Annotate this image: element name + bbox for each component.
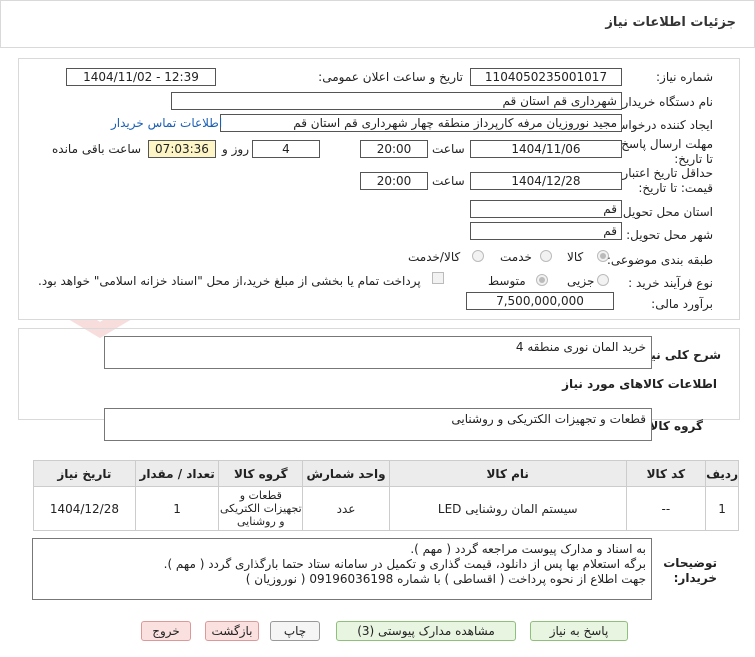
page-header: جزئیات اطلاعات نیاز [0, 0, 755, 48]
validity-time-field: 20:00 [360, 172, 428, 190]
process-option-minor-label: جزیی [567, 274, 595, 288]
category-option-both-label: کالا/خدمت [408, 250, 461, 264]
need-number-field: 1104050235001017 [470, 68, 622, 86]
category-option-goods-radio[interactable] [597, 250, 609, 262]
notes-line-3: جهت اطلاع از نحوه پرداخت ( اقساطی ) با ش… [245, 572, 646, 586]
deadline-date-field: 1404/11/06 [470, 140, 622, 158]
goods-group-field: قطعات و تجهیزات الکتریکی و روشنایی [104, 408, 652, 441]
cell-date: 1404/12/28 [33, 486, 136, 531]
city-label: شهر محل تحویل: [626, 228, 713, 242]
remaining-time-field: 07:03:36 [148, 140, 216, 158]
category-option-goods-label: کالا [567, 250, 584, 264]
process-option-medium-label: متوسط [488, 274, 526, 288]
col-header-name: نام کالا [388, 460, 627, 487]
table-header-row: ردیف کد کالا نام کالا واحد شمارش گروه کا… [33, 460, 739, 487]
back-button[interactable]: بازگشت [205, 621, 259, 641]
province-field: قم [470, 200, 622, 218]
deadline-label: مهلت ارسال پاسخ: تا تاریخ: [617, 137, 713, 166]
days-label: روز و [222, 142, 249, 156]
contact-buyer-link[interactable]: اطلاعات تماس خریدار [111, 116, 222, 130]
notes-line-2: برگه استعلام بها پس از دانلود، قیمت گذار… [163, 557, 646, 571]
print-button[interactable]: چاپ [270, 621, 320, 641]
payment-note: پرداخت تمام یا بخشی از مبلغ خرید،از محل … [38, 274, 421, 288]
col-header-group: گروه کالا [218, 460, 304, 487]
col-header-row: ردیف [705, 460, 739, 487]
payment-treasury-checkbox[interactable] [432, 272, 444, 284]
items-table: ردیف کد کالا نام کالا واحد شمارش گروه کا… [33, 460, 739, 531]
need-number-label: شماره نیاز: [656, 70, 713, 84]
notes-label: توضیحات خریدار: [663, 556, 717, 585]
col-header-unit: واحد شمارش [302, 460, 390, 487]
remaining-label: ساعت باقی مانده [52, 142, 142, 156]
deadline-time-field: 20:00 [360, 140, 428, 158]
col-header-code: کد کالا [625, 460, 707, 487]
announce-field: 1404/11/02 - 12:39 [66, 68, 216, 86]
announce-label: تاریخ و ساعت اعلان عمومی: [318, 70, 463, 84]
category-option-service-label: خدمت [500, 250, 532, 264]
days-field: 4 [252, 140, 320, 158]
cell-row: 1 [705, 486, 739, 531]
table-row: 1 -- سیستم المان روشنایی LED عدد قطعات و… [33, 486, 739, 531]
goods-group-label: گروه کالا: [644, 419, 703, 433]
attachments-button[interactable]: مشاهده مدارک پیوستی (3) [336, 621, 516, 641]
deadline-time-label: ساعت [432, 142, 465, 156]
summary-field: خرید المان نوری منطقه 4 [104, 336, 652, 369]
buyer-org-label: نام دستگاه خریدار: [618, 95, 714, 109]
category-option-both-radio[interactable] [472, 250, 484, 262]
estimate-label: برآورد مالی: [651, 297, 713, 311]
reply-button[interactable]: پاسخ به نیاز [530, 621, 628, 641]
cell-unit: عدد [302, 486, 390, 531]
category-option-service-radio[interactable] [540, 250, 552, 262]
process-option-medium-radio[interactable] [536, 274, 548, 286]
exit-button[interactable]: خروج [141, 621, 191, 641]
notes-field: به اسناد و مدارک پیوست مراجعه گردد ( مهم… [32, 538, 652, 600]
buyer-org-field: شهرداری قم استان قم [171, 92, 622, 110]
process-option-minor-radio[interactable] [597, 274, 609, 286]
col-header-date: تاریخ نیاز [33, 460, 136, 487]
cell-name: سیستم المان روشنایی LED [388, 486, 627, 531]
province-label: استان محل تحویل: [618, 205, 713, 219]
category-label: طبقه بندی موضوعی: [606, 253, 713, 267]
cell-qty: 1 [134, 486, 220, 531]
process-label: نوع فرآیند خرید : [628, 276, 713, 290]
requester-field: مجید نوروزیان مرفه کارپرداز منطقه چهار ش… [220, 114, 622, 132]
goods-section-title: اطلاعات کالاهای مورد نیاز [562, 377, 717, 391]
page-title: جزئیات اطلاعات نیاز [605, 15, 736, 30]
validity-date-field: 1404/12/28 [470, 172, 622, 190]
notes-line-1: به اسناد و مدارک پیوست مراجعه گردد ( مهم… [410, 542, 646, 556]
cell-code: -- [625, 486, 707, 531]
validity-time-label: ساعت [432, 174, 465, 188]
cell-group: قطعات و تجهیزات الکتریکی و روشنایی [218, 486, 304, 531]
city-field: قم [470, 222, 622, 240]
validity-label: حداقل تاریخ اعتبار قیمت: تا تاریخ: [622, 166, 713, 195]
col-header-qty: تعداد / مقدار [134, 460, 220, 487]
estimate-field: 7,500,000,000 [466, 292, 614, 310]
